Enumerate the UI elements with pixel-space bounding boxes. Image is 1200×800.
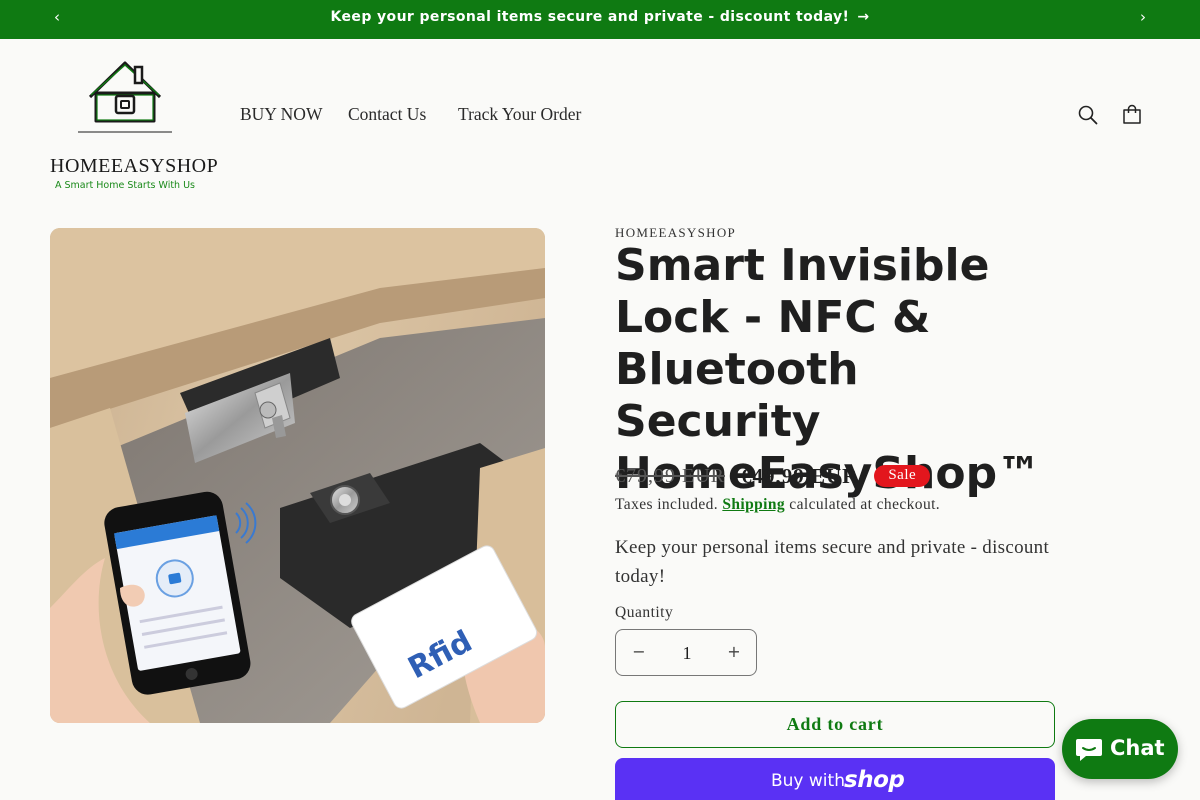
announcement-next-button[interactable]: › [1133, 8, 1153, 28]
search-icon[interactable] [1076, 103, 1100, 127]
sale-price: €49,99 EUR [741, 463, 859, 488]
product-vendor: HOMEEASYSHOP [615, 225, 737, 240]
shipping-link[interactable]: Shipping [722, 496, 785, 513]
announcement-text: Keep your personal items secure and priv… [330, 9, 850, 25]
logo-tagline: A Smart Home Starts With Us [54, 180, 196, 191]
tax-suffix: calculated at checkout. [789, 496, 941, 513]
house-logo-icon [78, 61, 172, 133]
quantity-increase-button[interactable]: + [724, 642, 744, 662]
shop-pay-button[interactable]: Buy with shop [615, 758, 1055, 800]
announcement-bar: ‹ Keep your personal items secure and pr… [0, 0, 1200, 39]
quantity-input[interactable] [666, 642, 708, 664]
quantity-decrease-button[interactable]: − [629, 642, 649, 662]
quantity-label: Quantity [615, 604, 674, 621]
shop-pay-logo: shop [844, 767, 905, 793]
regular-price: €79,99 EUR [615, 464, 725, 487]
store-logo[interactable]: HOMEEASYSHOP A Smart Home Starts With Us [50, 59, 219, 191]
add-to-cart-button[interactable]: Add to cart [615, 701, 1055, 748]
chat-bubble-icon [1076, 739, 1102, 761]
nav-contact-us[interactable]: Contact Us [348, 104, 426, 125]
arrow-right-icon: → [857, 9, 870, 25]
nav-buy-now[interactable]: BUY NOW [240, 104, 322, 125]
price-row: €79,99 EUR €49,99 EUR Sale [615, 462, 931, 490]
site-header: HOMEEASYSHOP A Smart Home Starts With Us… [0, 39, 1200, 191]
quantity-stepper: − + [615, 629, 757, 676]
logo-wordmark: HOMEEASYSHOP [50, 155, 219, 177]
product-photo: Rfid [50, 228, 545, 723]
chat-widget-button[interactable]: Chat [1062, 719, 1178, 779]
product-title: Smart Invisible Lock - NFC & Bluetooth S… [615, 240, 1042, 499]
product-description: Keep your personal items secure and priv… [615, 537, 1050, 587]
tax-prefix: Taxes included. [615, 496, 719, 513]
chat-label: Chat [1110, 736, 1165, 760]
cart-icon[interactable] [1120, 103, 1144, 127]
buy-with-label: Buy with [771, 771, 845, 791]
tax-note: Taxes included. Shipping calculated at c… [615, 496, 940, 514]
announcement-link[interactable]: Keep your personal items secure and priv… [0, 9, 1200, 25]
sale-badge: Sale [874, 465, 931, 487]
product-image[interactable]: Rfid [50, 228, 545, 723]
nav-track-order[interactable]: Track Your Order [458, 104, 581, 125]
